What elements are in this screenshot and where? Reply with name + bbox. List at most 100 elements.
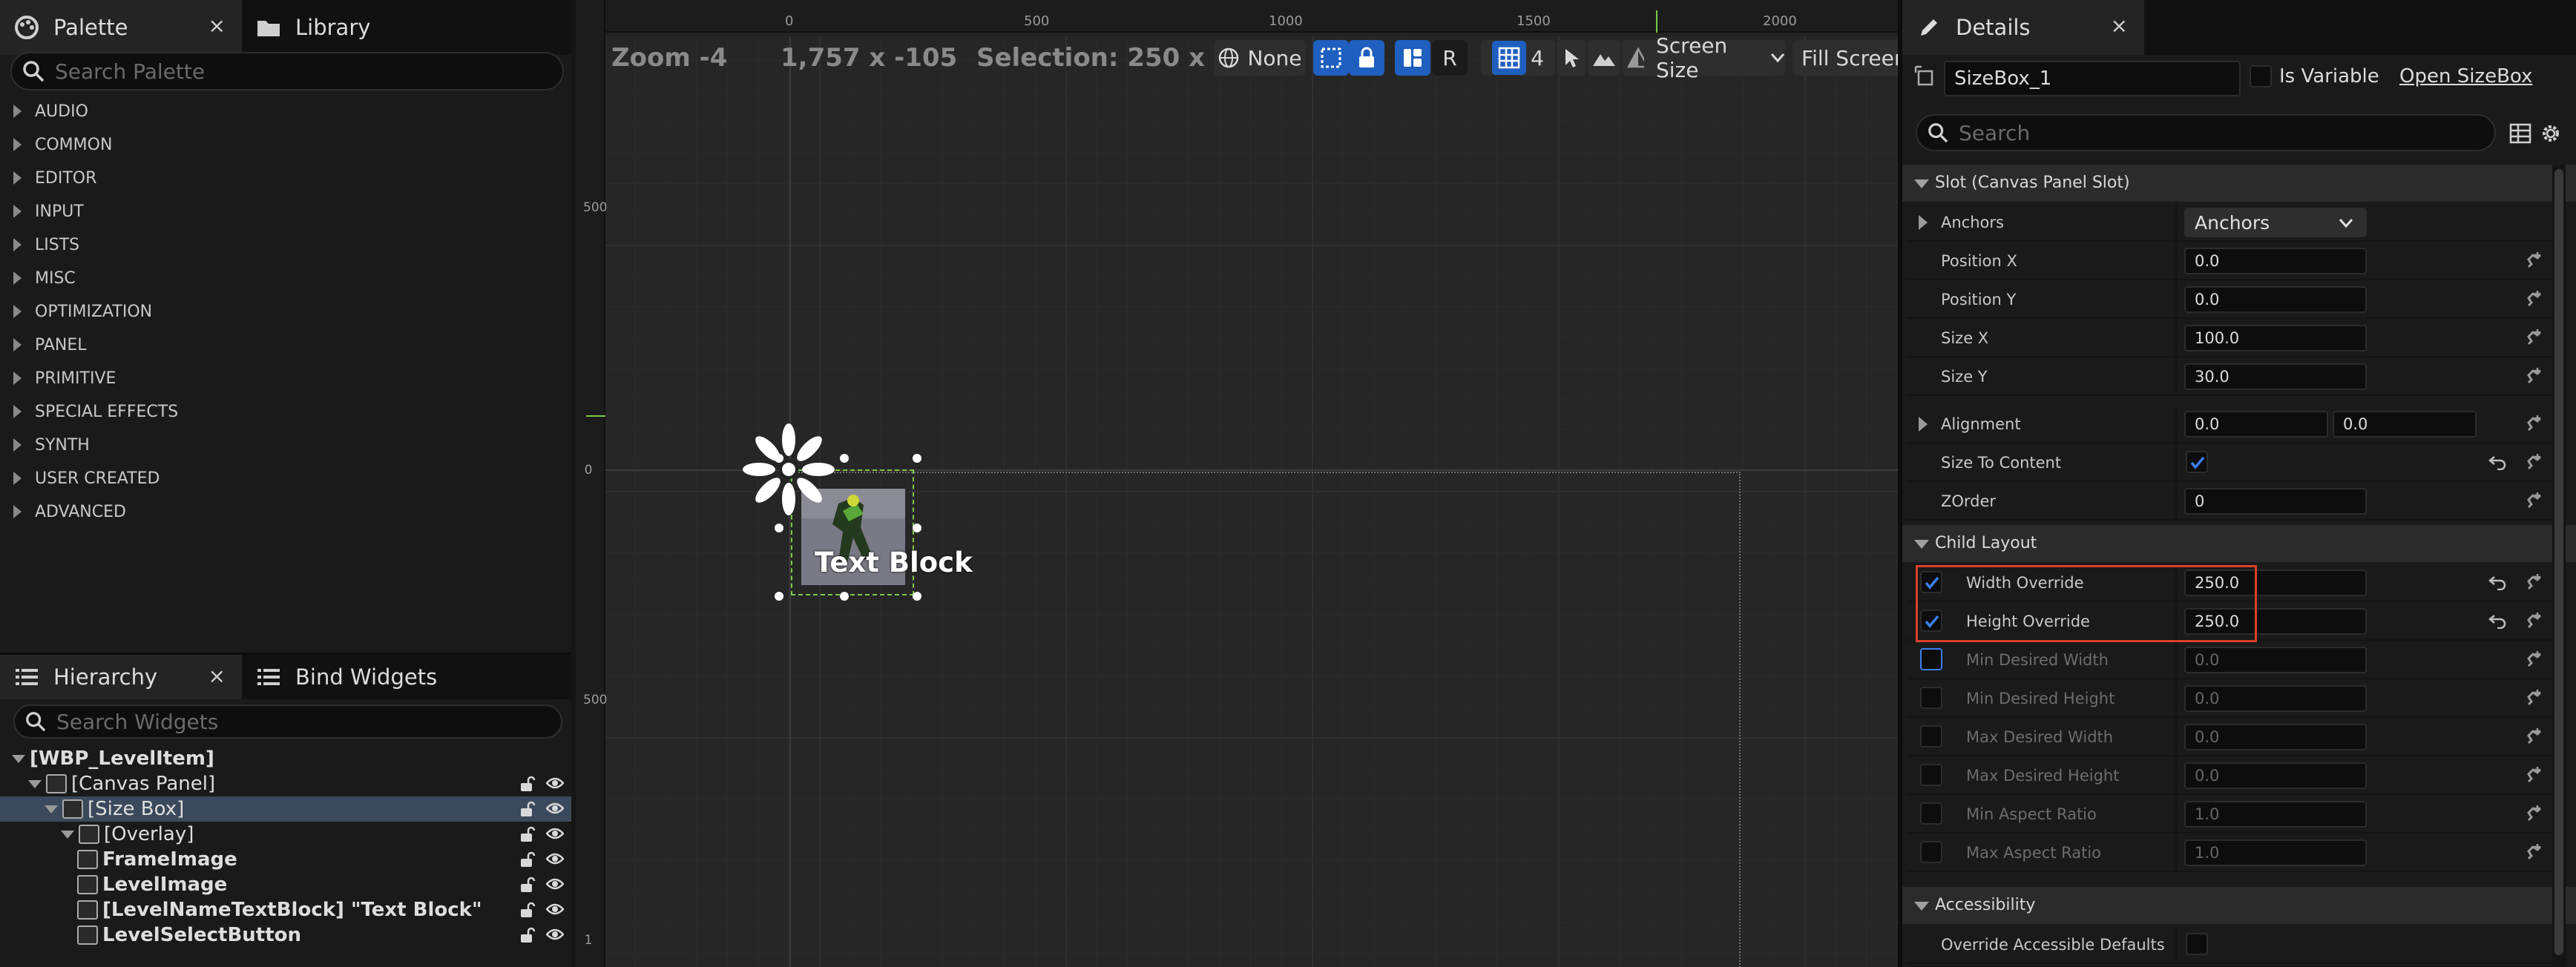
table-view-icon[interactable]	[2509, 123, 2531, 144]
override-accessible-checkbox[interactable]	[2186, 933, 2208, 955]
pin-icon[interactable]	[2523, 572, 2543, 593]
pin-icon[interactable]	[2523, 727, 2543, 747]
pin-icon[interactable]	[2523, 491, 2543, 512]
eye-icon[interactable]	[546, 902, 564, 917]
unlock-icon[interactable]	[519, 801, 536, 817]
collapse-icon[interactable]	[61, 830, 74, 839]
palette-category[interactable]: SPECIAL EFFECTS	[6, 395, 571, 428]
resize-handle[interactable]	[913, 524, 921, 532]
size-y-input[interactable]: 30.0	[2184, 363, 2367, 390]
max-aspect-ratio-input[interactable]: 1.0	[2184, 839, 2367, 866]
alignment-y-input[interactable]: 0.0	[2333, 411, 2477, 438]
anchor-gizmo[interactable]	[740, 421, 837, 518]
palette-category[interactable]: MISC	[6, 262, 571, 294]
details-search-input[interactable]: Search	[1916, 114, 2496, 151]
eye-icon[interactable]	[546, 801, 564, 816]
screen-size-dropdown[interactable]: Screen Size	[1644, 33, 1785, 82]
r-toggle[interactable]: R	[1432, 40, 1468, 76]
tree-item[interactable]: FrameImage	[0, 847, 571, 872]
pin-icon[interactable]	[2523, 452, 2543, 473]
pin-icon[interactable]	[2523, 414, 2543, 435]
expand-icon[interactable]	[1919, 417, 1928, 432]
pin-icon[interactable]	[2523, 251, 2543, 271]
details-scrollbar-thumb[interactable]	[2554, 169, 2563, 955]
section-accessibility[interactable]: Accessibility	[1902, 887, 2576, 924]
tree-item[interactable]: [Canvas Panel]	[0, 771, 571, 796]
palette-category[interactable]: LISTS	[6, 228, 571, 261]
palette-category[interactable]: ADVANCED	[6, 495, 571, 528]
grid-snap-button[interactable]: 4	[1481, 40, 1555, 76]
lock-toggle[interactable]	[1349, 40, 1384, 76]
max-desired-width-checkbox[interactable]	[1920, 725, 1942, 747]
outline-toggle[interactable]	[1313, 40, 1349, 76]
palette-category[interactable]: AUDIO	[6, 95, 571, 128]
tab-library[interactable]: Library	[242, 0, 464, 55]
palette-category[interactable]: PANEL	[6, 329, 571, 361]
eye-icon[interactable]	[546, 826, 564, 841]
reset-icon[interactable]	[2488, 574, 2508, 590]
details-scrollbar-track[interactable]	[2552, 165, 2566, 967]
close-icon[interactable]: ×	[208, 664, 226, 688]
expand-icon[interactable]	[1919, 215, 1928, 230]
resize-handle[interactable]	[775, 524, 783, 532]
collapse-icon[interactable]	[28, 779, 42, 788]
palette-category[interactable]: SYNTH	[6, 429, 571, 461]
max-aspect-ratio-checkbox[interactable]	[1920, 841, 1942, 863]
min-desired-height-input[interactable]: 0.0	[2184, 685, 2367, 712]
designer-viewport[interactable]: Text Block 0 500 1000 1500 2000 500 0 50…	[576, 0, 1898, 967]
reset-icon[interactable]	[2488, 613, 2508, 629]
size-to-content-checkbox[interactable]	[2186, 451, 2208, 473]
pin-icon[interactable]	[2523, 366, 2543, 387]
eye-icon[interactable]	[546, 877, 564, 891]
pin-icon[interactable]	[2523, 289, 2543, 310]
zorder-input[interactable]: 0	[2184, 488, 2367, 515]
localization-preview-button[interactable]: None	[1214, 40, 1306, 76]
tree-item[interactable]: LevelSelectButton	[0, 923, 571, 948]
tab-bind-widgets[interactable]: Bind Widgets	[242, 655, 479, 699]
tab-hierarchy[interactable]: Hierarchy ×	[0, 655, 242, 699]
unlock-icon[interactable]	[519, 927, 536, 943]
max-desired-width-input[interactable]: 0.0	[2184, 724, 2367, 750]
pin-icon[interactable]	[2523, 842, 2543, 863]
palette-category[interactable]: COMMON	[6, 128, 571, 161]
tree-item[interactable]: [LevelNameTextBlock] "Text Block"	[0, 897, 571, 923]
min-desired-height-checkbox[interactable]	[1920, 687, 1942, 709]
hierarchy-search-input[interactable]: Search Widgets	[13, 704, 562, 739]
unlock-icon[interactable]	[519, 776, 536, 792]
open-sizebox-link[interactable]: Open SizeBox	[2399, 65, 2532, 88]
unlock-icon[interactable]	[519, 877, 536, 893]
pin-icon[interactable]	[2523, 650, 2543, 670]
pin-icon[interactable]	[2523, 328, 2543, 349]
background-toggle[interactable]	[1588, 40, 1620, 76]
pin-icon[interactable]	[2523, 804, 2543, 825]
close-icon[interactable]: ×	[208, 13, 226, 38]
section-child-layout[interactable]: Child Layout	[1902, 525, 2576, 562]
tree-item[interactable]: LevelImage	[0, 872, 571, 897]
respect-locks-toggle[interactable]	[1395, 40, 1430, 76]
pin-icon[interactable]	[2523, 688, 2543, 709]
min-desired-width-checkbox[interactable]	[1920, 648, 1942, 670]
tree-item[interactable]: [WBP_LevelItem]	[0, 746, 571, 771]
tree-item[interactable]: [Size Box]	[0, 796, 571, 822]
palette-search-input[interactable]: Search Palette	[10, 52, 564, 90]
section-slot[interactable]: Slot (Canvas Panel Slot)	[1902, 165, 2576, 202]
max-desired-height-checkbox[interactable]	[1920, 764, 1942, 786]
min-aspect-ratio-checkbox[interactable]	[1920, 802, 1942, 825]
is-variable-checkbox[interactable]	[2250, 65, 2272, 88]
resize-handle[interactable]	[913, 454, 921, 463]
resize-handle[interactable]	[913, 592, 921, 601]
pin-icon[interactable]	[2523, 765, 2543, 786]
palette-category[interactable]: OPTIMIZATION	[6, 295, 571, 328]
close-icon[interactable]: ×	[2111, 13, 2128, 38]
palette-category[interactable]: USER CREATED	[6, 462, 571, 495]
resize-handle[interactable]	[840, 454, 849, 463]
min-aspect-ratio-input[interactable]: 1.0	[2184, 801, 2367, 828]
palette-category[interactable]: INPUT	[6, 195, 571, 228]
gear-icon[interactable]	[2539, 122, 2563, 145]
reset-icon[interactable]	[2488, 454, 2508, 470]
pin-icon[interactable]	[2523, 611, 2543, 632]
tab-palette[interactable]: Palette ×	[0, 0, 242, 55]
eye-icon[interactable]	[546, 851, 564, 866]
palette-category[interactable]: PRIMITIVE	[6, 362, 571, 395]
anchors-dropdown[interactable]: Anchors	[2184, 208, 2367, 237]
